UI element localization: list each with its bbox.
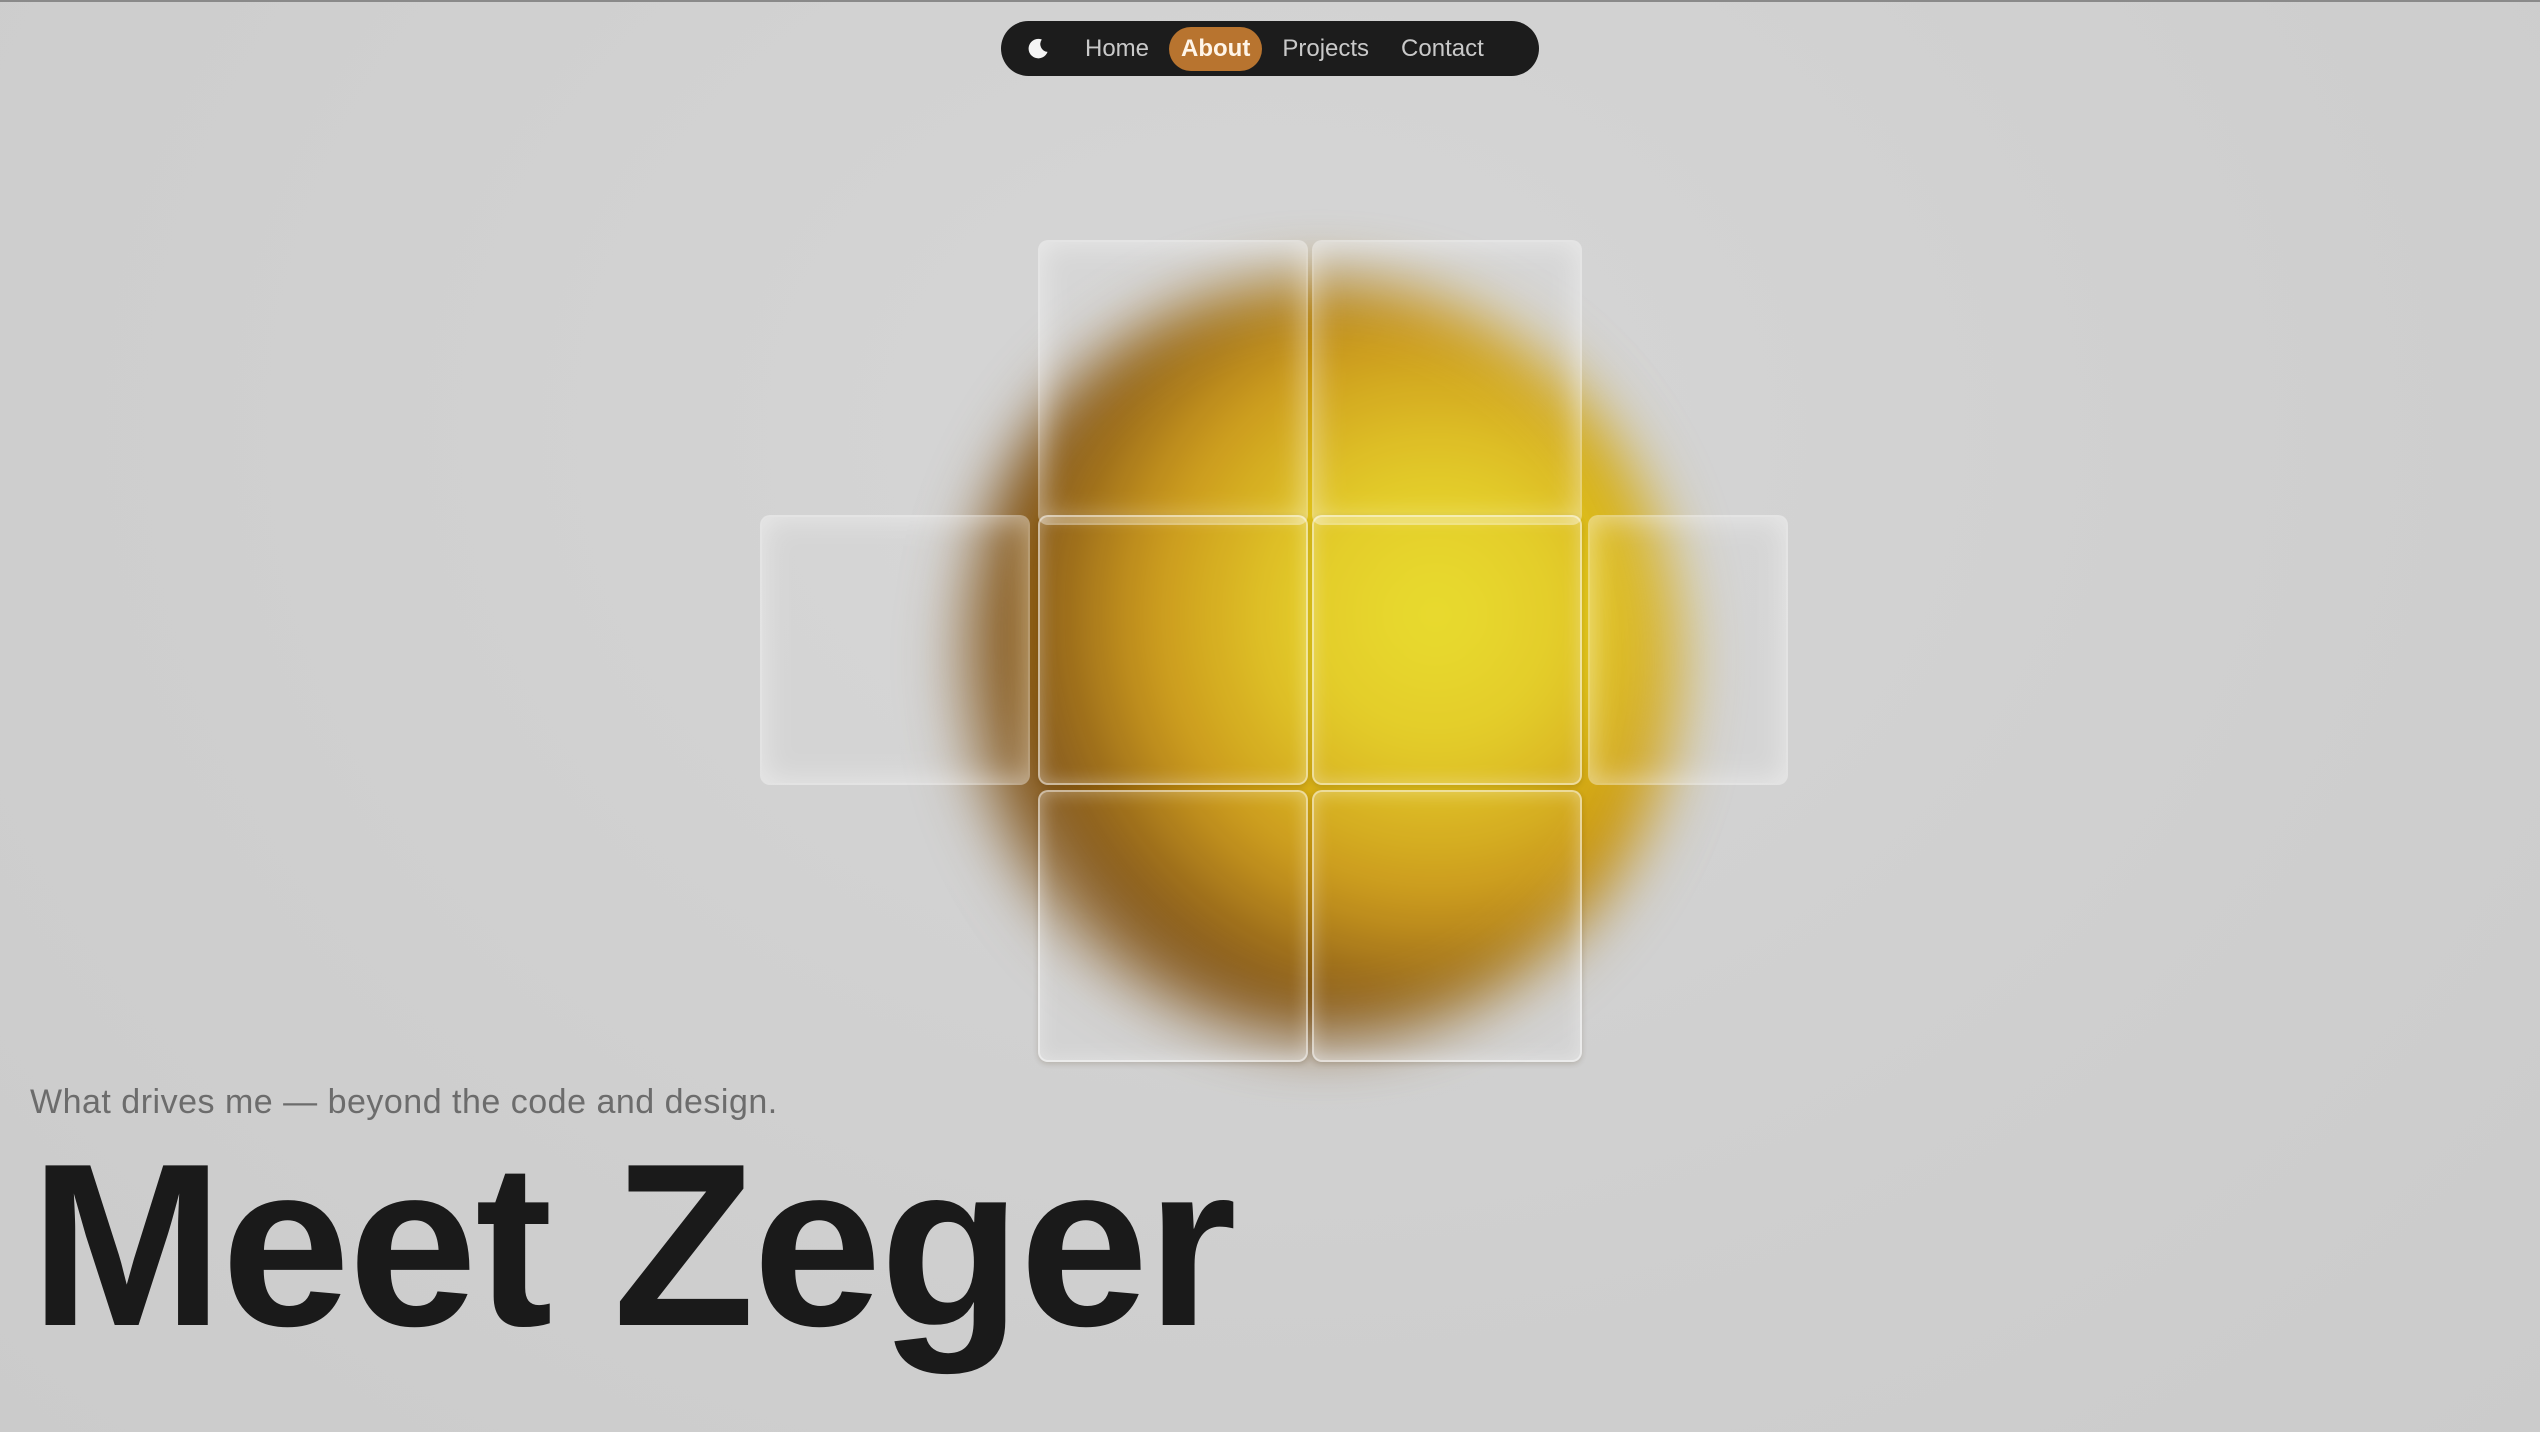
glass-tile — [1312, 790, 1582, 1062]
glass-tile — [1038, 240, 1308, 525]
glass-tile — [1038, 515, 1308, 785]
top-border — [0, 0, 2540, 2]
page: Home About Projects Contact What drives … — [0, 0, 2540, 1432]
main-nav: Home About Projects Contact — [1001, 21, 1539, 76]
nav-item-about[interactable]: About — [1169, 26, 1263, 71]
hero-title: Meet Zeger — [30, 1116, 1237, 1375]
hero-graphic — [760, 220, 1788, 1100]
nav-item-projects[interactable]: Projects — [1270, 27, 1381, 71]
glass-tile — [1312, 240, 1582, 525]
moon-icon[interactable] — [1021, 32, 1055, 66]
glass-tile — [1588, 515, 1788, 785]
nav-item-home[interactable]: Home — [1073, 27, 1161, 71]
nav-item-contact[interactable]: Contact — [1389, 27, 1496, 71]
glass-tile — [1038, 790, 1308, 1062]
glass-tile — [1312, 515, 1582, 785]
glass-tile — [760, 515, 1030, 785]
